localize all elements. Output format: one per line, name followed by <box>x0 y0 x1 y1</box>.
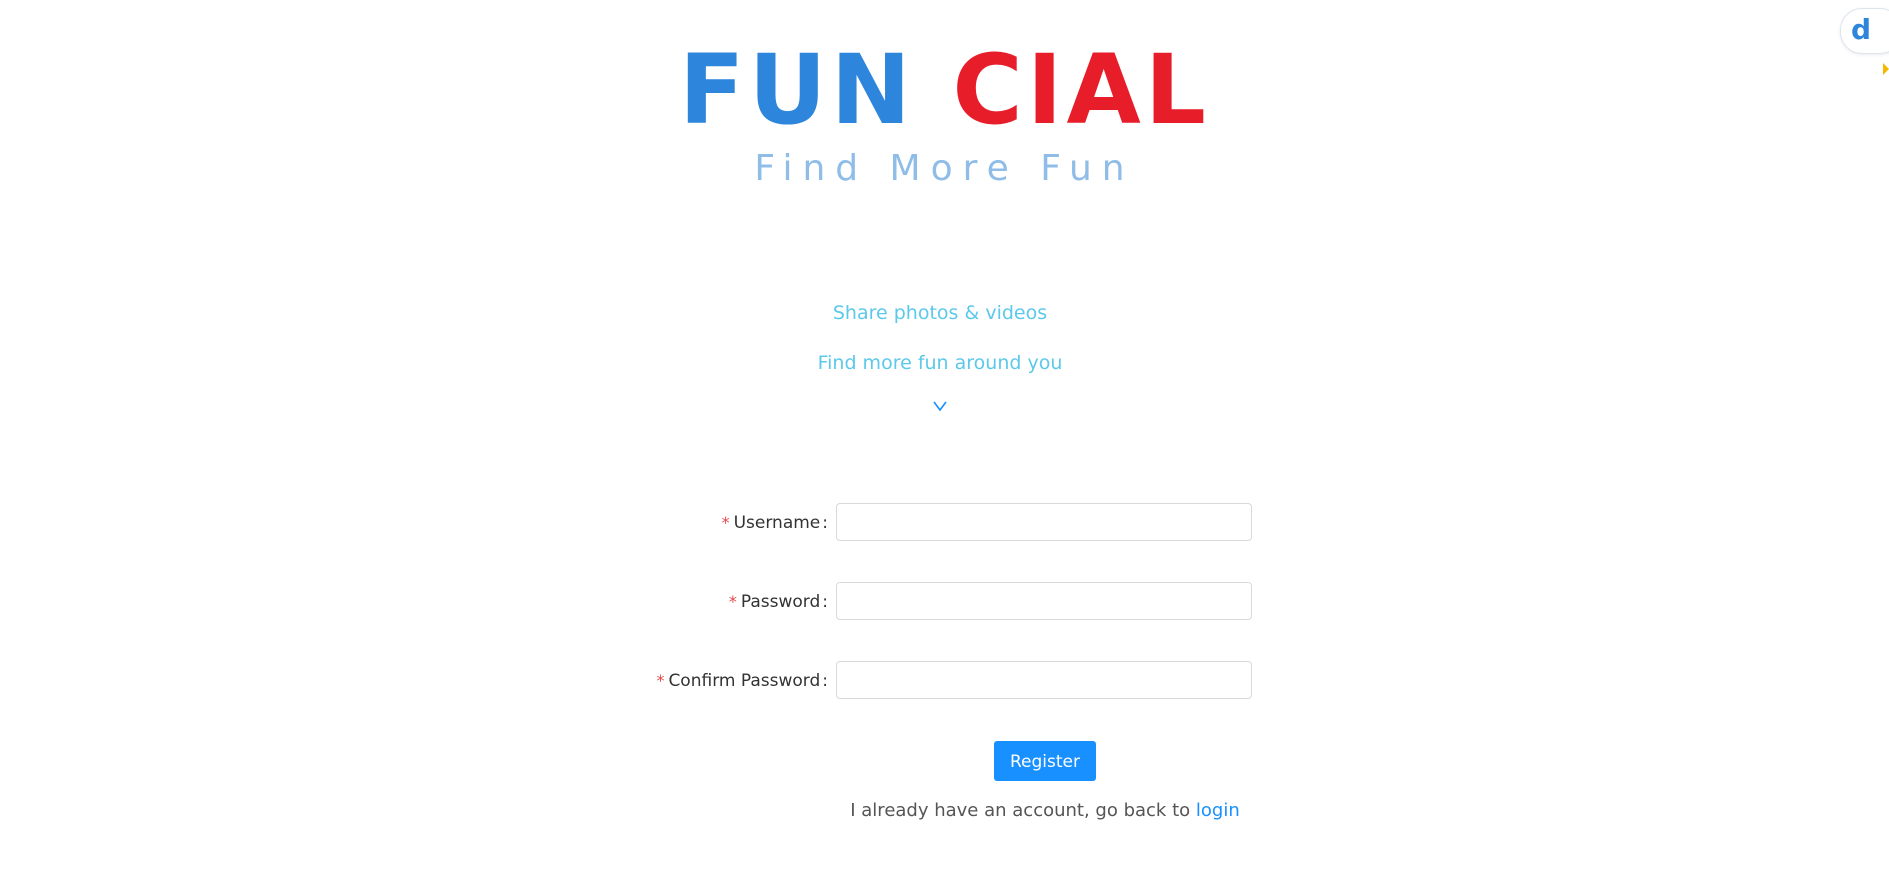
logo-cial: CIAL <box>952 34 1210 146</box>
password-label-text: Password <box>740 592 821 612</box>
back-to-login-text: I already have an account, go back to <box>850 800 1196 821</box>
brand-tagline: Find More Fun <box>754 148 1135 189</box>
confirm-password-label: * Confirm Password: <box>656 661 828 701</box>
back-to-login-line: I already have an account, go back to lo… <box>0 800 1889 821</box>
floating-assistant-widget[interactable]: d <box>1840 8 1889 54</box>
logo-fun: FUN <box>679 34 915 146</box>
required-mark: * <box>721 513 730 532</box>
username-input[interactable] <box>836 503 1252 541</box>
confirm-password-label-text: Confirm Password <box>668 671 821 691</box>
required-mark: * <box>728 592 737 611</box>
promo-line-find: Find more fun around you <box>817 352 1063 374</box>
chevron-down-icon[interactable] <box>932 398 948 414</box>
label-colon: : <box>822 513 828 533</box>
register-button[interactable]: Register <box>994 741 1096 781</box>
label-colon: : <box>822 592 828 612</box>
login-link[interactable]: login <box>1196 800 1240 821</box>
required-mark: * <box>656 671 665 690</box>
confirm-password-row: * Confirm Password: <box>600 661 1260 701</box>
label-colon: : <box>822 671 828 691</box>
expand-arrow-icon[interactable] <box>1883 63 1889 75</box>
username-row: * Username: <box>600 503 1260 543</box>
username-label-text: Username <box>733 513 821 533</box>
username-label: * Username: <box>722 503 828 543</box>
brand-logo: FUN CIAL <box>0 38 1889 142</box>
register-page: FUN CIAL Find More Fun Share photos & vi… <box>0 0 1889 873</box>
confirm-password-input[interactable] <box>836 661 1252 699</box>
password-label: * Password: <box>729 582 828 622</box>
assistant-logo-icon: d <box>1851 13 1872 46</box>
password-row: * Password: <box>600 582 1260 622</box>
password-input[interactable] <box>836 582 1252 620</box>
promo-line-share: Share photos & videos <box>832 302 1048 324</box>
